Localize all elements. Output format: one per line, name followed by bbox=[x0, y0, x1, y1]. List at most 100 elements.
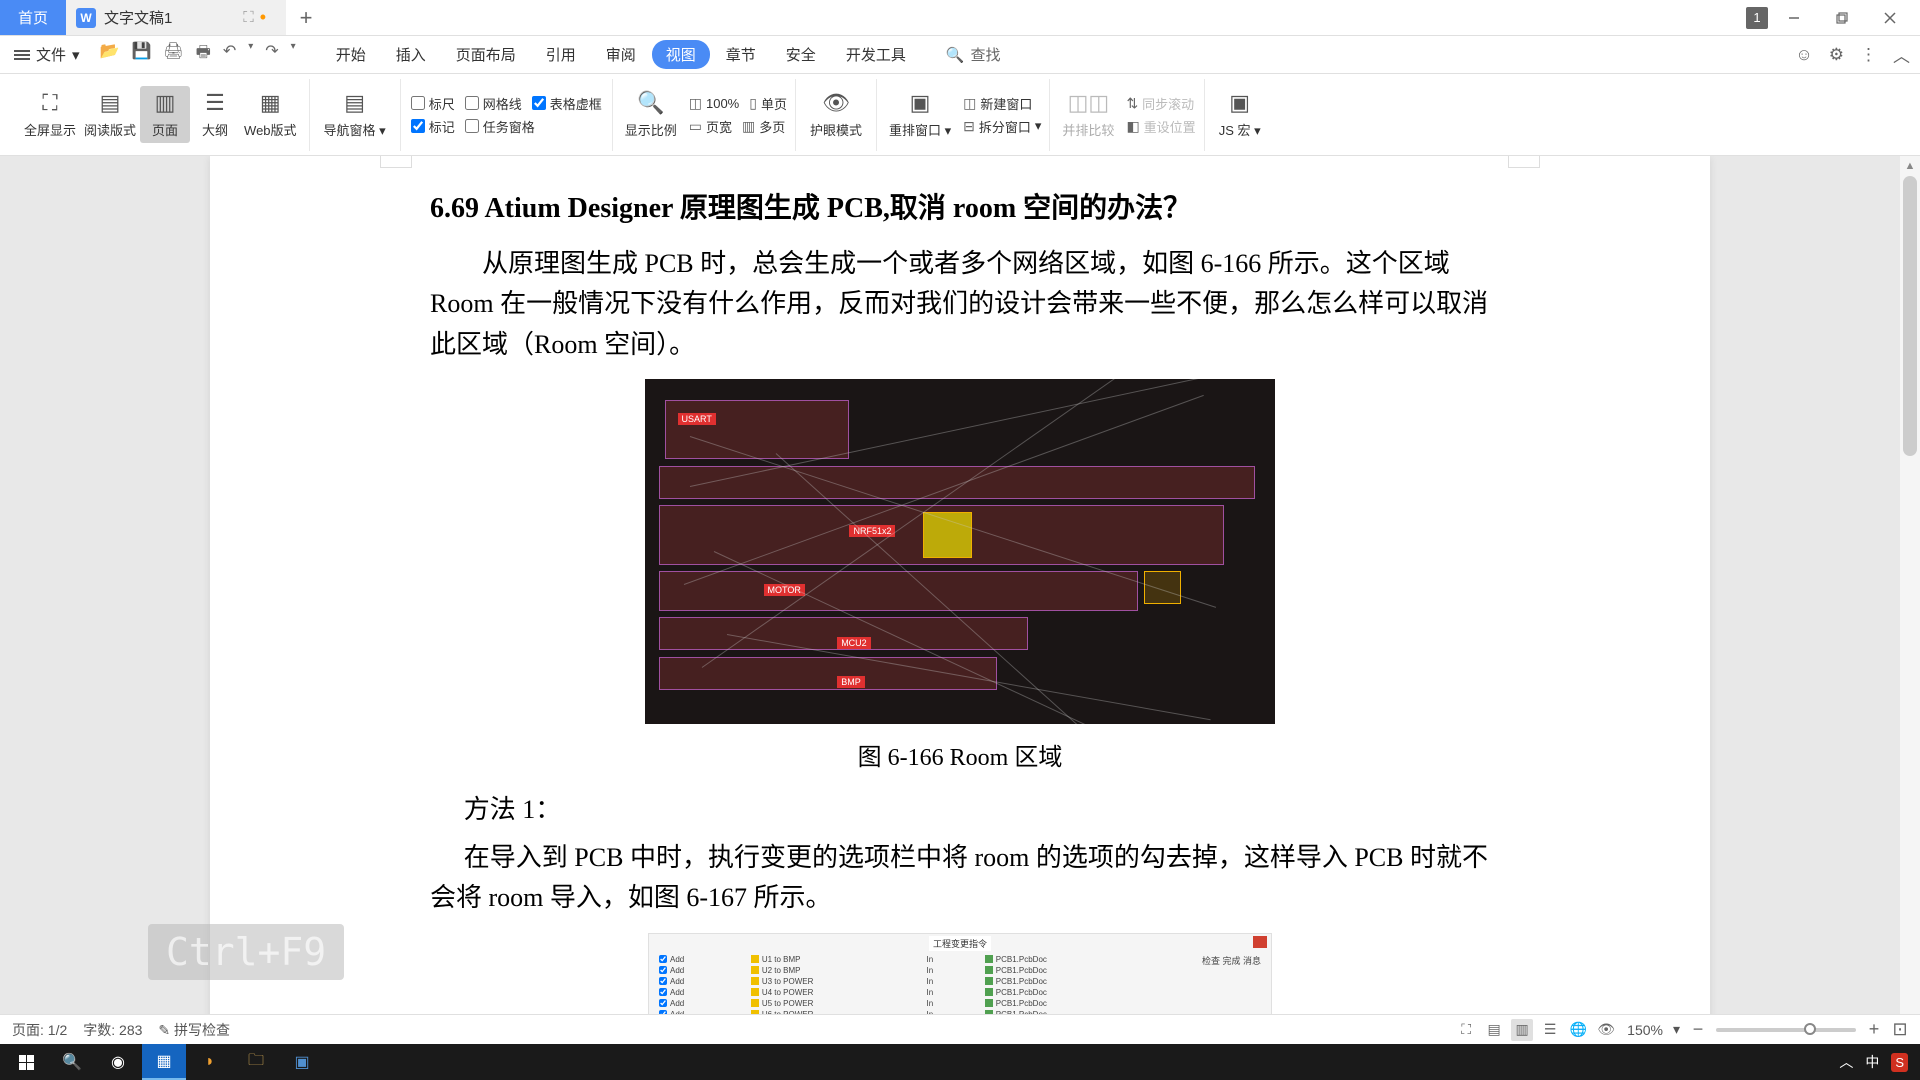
file-label: 文件 bbox=[36, 44, 66, 65]
multipage-button[interactable]: ▥多页 bbox=[742, 117, 785, 136]
redo-dropdown-icon[interactable]: ▾ bbox=[291, 41, 296, 68]
splitwindow-button[interactable]: ⊟拆分窗口 ▾ bbox=[963, 117, 1041, 136]
paragraph-1[interactable]: 从原理图生成 PCB 时，总会生成一个或者多个网络区域，如图 6-166 所示。… bbox=[430, 244, 1490, 365]
syncscroll-button: ⇅同步滚动 bbox=[1126, 94, 1195, 113]
web-view-button[interactable]: ▦Web版式 bbox=[240, 90, 301, 139]
newwindow-button[interactable]: ◫新建窗口 bbox=[963, 94, 1041, 113]
explorer-icon[interactable]: 🗀 bbox=[234, 1044, 278, 1080]
page-view-button[interactable]: ▥页面 bbox=[140, 86, 190, 143]
tab-insert[interactable]: 插入 bbox=[382, 40, 440, 69]
reading-view-button[interactable]: ▤阅读版式 bbox=[80, 90, 140, 139]
markup-checkbox[interactable]: 标记 bbox=[411, 117, 455, 136]
rearrange-button[interactable]: ▣重排窗口 ▾ bbox=[885, 90, 955, 139]
zoom-in-button[interactable]: + bbox=[1866, 1019, 1882, 1040]
zoom-button[interactable]: 🔍显示比例 bbox=[621, 90, 681, 139]
modified-dot: • bbox=[260, 7, 266, 28]
figure-6-166: USART NRF51x2 MOTOR MCU2 BMP bbox=[645, 379, 1275, 724]
minimize-button[interactable] bbox=[1772, 0, 1816, 36]
open-icon[interactable]: 📂 bbox=[100, 41, 120, 68]
sidebyside-button: ◫◫并排比较 bbox=[1058, 90, 1118, 139]
jsmacro-button[interactable]: ▣JS 宏 ▾ bbox=[1215, 90, 1265, 139]
document-page: 6.69 Atium Designer 原理图生成 PCB,取消 room 空间… bbox=[210, 156, 1710, 1044]
gridlines-checkbox[interactable]: 网格线 bbox=[465, 94, 522, 113]
maximize-button[interactable] bbox=[1820, 0, 1864, 36]
eye-view-icon[interactable]: 👁 bbox=[1595, 1019, 1617, 1041]
chrome-icon[interactable]: ◉ bbox=[96, 1044, 140, 1080]
file-menu[interactable]: 文件 ▾ bbox=[10, 44, 84, 65]
collapse-ribbon-icon[interactable]: ︿ bbox=[1893, 42, 1910, 67]
status-page[interactable]: 页面: 1/2 bbox=[12, 1020, 67, 1040]
outline-view-button[interactable]: ☰大纲 bbox=[190, 90, 240, 139]
zoom-handle[interactable] bbox=[1804, 1023, 1816, 1035]
notification-badge[interactable]: 1 bbox=[1746, 7, 1768, 29]
tab-start[interactable]: 开始 bbox=[322, 40, 380, 69]
tab-security[interactable]: 安全 bbox=[772, 40, 830, 69]
save-icon[interactable]: 💾 bbox=[131, 41, 151, 68]
search-icon: 🔍 bbox=[946, 46, 965, 64]
wps-icon[interactable]: ▦ bbox=[142, 1044, 186, 1080]
web-view-icon[interactable]: 🌐 bbox=[1567, 1019, 1589, 1041]
zoom-slider[interactable] bbox=[1716, 1028, 1856, 1032]
tab-document[interactable]: W 文字文稿1 ⛶ • bbox=[66, 0, 286, 35]
taskpane-checkbox[interactable]: 任务窗格 bbox=[465, 117, 535, 136]
scroll-up-arrow[interactable]: ▲ bbox=[1900, 156, 1920, 176]
eyecare-button[interactable]: 👁护眼模式 bbox=[806, 90, 866, 139]
onepage-button[interactable]: ▯单页 bbox=[749, 94, 787, 113]
scroll-thumb[interactable] bbox=[1903, 176, 1917, 456]
present-icon[interactable]: ⛶ bbox=[243, 9, 254, 26]
print-icon[interactable]: 🖨 bbox=[163, 41, 183, 68]
keystroke-overlay: Ctrl+F9 bbox=[148, 924, 344, 980]
start-button[interactable] bbox=[4, 1044, 48, 1080]
pct100-button[interactable]: ◫100% bbox=[689, 95, 739, 112]
status-spell[interactable]: ✎ 拼写检查 bbox=[158, 1020, 230, 1040]
tab-devtools[interactable]: 开发工具 bbox=[832, 40, 920, 69]
outline-view-icon[interactable]: ☰ bbox=[1539, 1019, 1561, 1041]
tab-references[interactable]: 引用 bbox=[532, 40, 590, 69]
tab-view[interactable]: 视图 bbox=[652, 40, 710, 69]
heading[interactable]: 6.69 Atium Designer 原理图生成 PCB,取消 room 空间… bbox=[430, 186, 1490, 226]
zoom-fit-button[interactable]: ⊡ bbox=[1892, 1019, 1908, 1040]
paragraph-2[interactable]: 在导入到 PCB 中时，执行变更的选项栏中将 room 的选项的勾去掉，这样导入… bbox=[430, 838, 1490, 919]
fullscreen-view-icon[interactable]: ⛶ bbox=[1455, 1019, 1477, 1041]
search-button[interactable]: 🔍 bbox=[50, 1044, 94, 1080]
hamburger-icon bbox=[14, 48, 30, 62]
tab-pagelayout[interactable]: 页面布局 bbox=[442, 40, 530, 69]
tab-chapter[interactable]: 章节 bbox=[712, 40, 770, 69]
tray-expand-icon[interactable]: ︿ bbox=[1839, 1052, 1853, 1072]
feedback-icon[interactable]: ☺ bbox=[1795, 45, 1812, 65]
status-words[interactable]: 字数: 283 bbox=[83, 1020, 142, 1040]
fullscreen-button[interactable]: ⛶全屏显示 bbox=[20, 90, 80, 139]
tab-home[interactable]: 首页 bbox=[0, 0, 66, 35]
page-view-icon[interactable]: ▥ bbox=[1511, 1019, 1533, 1041]
tab-review[interactable]: 审阅 bbox=[592, 40, 650, 69]
figure-caption-1[interactable]: 图 6-166 Room 区域 bbox=[430, 737, 1490, 772]
redo-icon[interactable]: ↷ bbox=[265, 41, 278, 68]
close-button[interactable] bbox=[1868, 0, 1912, 36]
vertical-scrollbar[interactable]: ▲ ▼ bbox=[1900, 156, 1920, 1044]
menu-tabs: 开始 插入 页面布局 引用 审阅 视图 章节 安全 开发工具 bbox=[322, 40, 920, 69]
reading-view-icon[interactable]: ▤ bbox=[1483, 1019, 1505, 1041]
ime-badge[interactable]: S bbox=[1891, 1053, 1908, 1072]
zoom-out-button[interactable]: − bbox=[1690, 1019, 1706, 1040]
pagewidth-button[interactable]: ▭页宽 bbox=[689, 117, 732, 136]
tablebox-checkbox[interactable]: 表格虚框 bbox=[532, 94, 602, 113]
zoom-value[interactable]: 150% bbox=[1627, 1022, 1663, 1038]
app2-icon[interactable]: ◗ bbox=[188, 1044, 232, 1080]
resetpos-button: ◧重设位置 bbox=[1126, 117, 1195, 136]
chevron-down-icon: ▾ bbox=[72, 46, 80, 64]
ime-lang[interactable]: 中 bbox=[1865, 1052, 1879, 1072]
doc-title: 文字文稿1 bbox=[104, 7, 172, 28]
undo-icon[interactable]: ↶ bbox=[223, 41, 236, 68]
search-label: 查找 bbox=[971, 44, 1001, 65]
settings-icon[interactable]: ⚙ bbox=[1829, 45, 1844, 65]
method-1-title[interactable]: 方法 1： bbox=[430, 790, 1490, 830]
navpane-button[interactable]: ▤导航窗格 ▾ bbox=[320, 90, 390, 139]
word-icon: W bbox=[76, 8, 96, 28]
more-icon[interactable]: ⋮ bbox=[1860, 45, 1877, 65]
print-preview-icon[interactable]: 🖶 bbox=[196, 41, 211, 68]
undo-dropdown-icon[interactable]: ▾ bbox=[248, 41, 253, 68]
new-tab-button[interactable]: + bbox=[286, 0, 326, 35]
ruler-checkbox[interactable]: 标尺 bbox=[411, 94, 455, 113]
app3-icon[interactable]: ▣ bbox=[280, 1044, 324, 1080]
search-box[interactable]: 🔍 查找 bbox=[946, 44, 1001, 65]
